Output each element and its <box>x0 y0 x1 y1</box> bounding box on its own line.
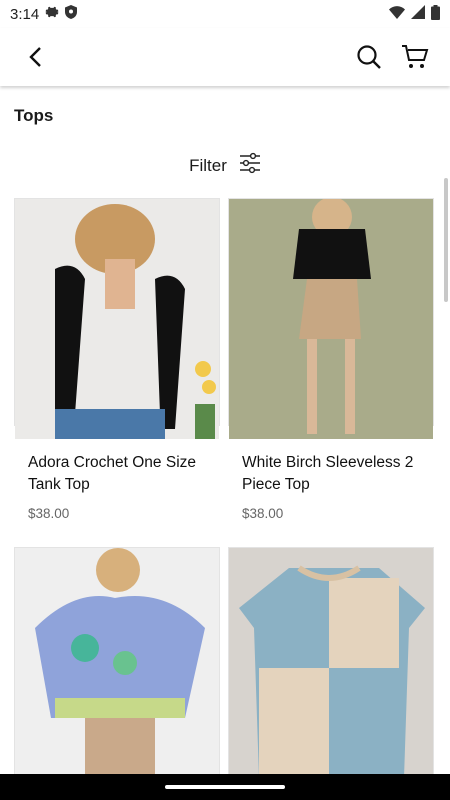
product-card[interactable]: White Birch Sleeveless 2 Piece Top $38.0… <box>228 198 434 521</box>
chevron-left-icon <box>29 47 41 67</box>
filter-button[interactable]: Filter <box>0 152 450 179</box>
cart-button[interactable] <box>400 42 430 72</box>
product-image <box>229 548 433 774</box>
product-price: $38.00 <box>242 506 284 521</box>
home-gesture-handle[interactable] <box>165 785 285 789</box>
status-time: 3:14 <box>10 5 40 23</box>
back-button[interactable] <box>20 42 50 72</box>
product-info: Adora Crochet One Size Tank Top $38.00 <box>15 439 219 531</box>
status-bar: 3:14 <box>0 0 450 28</box>
app-bar-actions <box>354 42 430 72</box>
status-right <box>389 4 440 24</box>
shield-icon <box>65 5 78 23</box>
search-icon <box>357 45 381 69</box>
navigation-bar <box>0 774 450 800</box>
cart-icon <box>402 45 429 68</box>
product-image <box>15 199 219 439</box>
scrollbar[interactable] <box>444 178 448 302</box>
settings-gear-icon <box>45 5 59 23</box>
product-image <box>229 199 433 439</box>
filter-label: Filter <box>189 155 227 175</box>
product-info: White Birch Sleeveless 2 Piece Top $38.0… <box>229 439 433 531</box>
page-title: Tops <box>14 106 54 125</box>
wifi-icon <box>389 5 405 23</box>
product-title: White Birch Sleeveless 2 Piece Top <box>242 454 414 493</box>
product-image <box>15 548 219 774</box>
content-area: Tops Filter Adora Crochet One Size Tank … <box>0 86 450 774</box>
battery-icon <box>431 4 440 24</box>
product-card[interactable] <box>14 547 220 774</box>
status-left: 3:14 <box>10 5 78 23</box>
product-title: Adora Crochet One Size Tank Top <box>28 454 197 493</box>
product-price: $38.00 <box>28 506 70 521</box>
app-bar <box>0 28 450 86</box>
cellular-signal-icon <box>411 5 425 23</box>
sliders-icon <box>239 152 261 179</box>
product-card[interactable]: Adora Crochet One Size Tank Top $38.00 <box>14 198 220 521</box>
product-card[interactable] <box>228 547 434 774</box>
search-button[interactable] <box>354 42 384 72</box>
